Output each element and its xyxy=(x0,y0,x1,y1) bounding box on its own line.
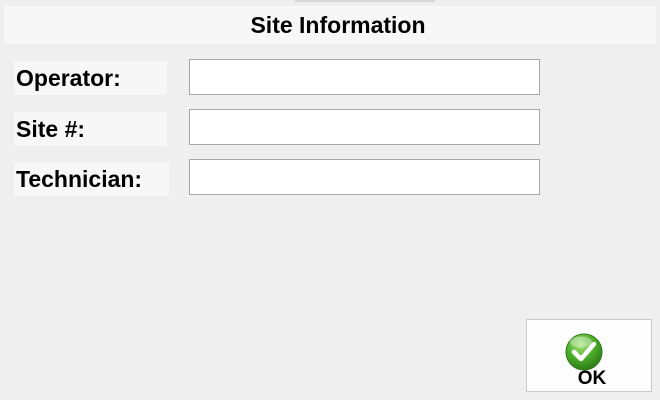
technician-label: Technician: xyxy=(16,165,143,192)
technician-field[interactable] xyxy=(189,159,540,195)
operator-label-box: Operator: xyxy=(14,61,167,95)
top-edge-line xyxy=(295,0,435,2)
site-information-dialog: Site Information Operator: Site #: Techn… xyxy=(0,0,660,400)
dialog-header: Site Information xyxy=(4,6,656,44)
ok-button[interactable]: OK xyxy=(526,319,652,392)
site-number-label-box: Site #: xyxy=(14,112,167,146)
checkmark-circle-icon xyxy=(565,333,603,371)
operator-label: Operator: xyxy=(16,64,121,91)
site-number-field[interactable] xyxy=(189,109,540,145)
dialog-title: Site Information xyxy=(250,11,426,38)
operator-field[interactable] xyxy=(189,59,540,95)
site-number-label: Site #: xyxy=(16,115,86,142)
technician-label-box: Technician: xyxy=(14,162,169,196)
ok-label: OK xyxy=(577,368,607,389)
